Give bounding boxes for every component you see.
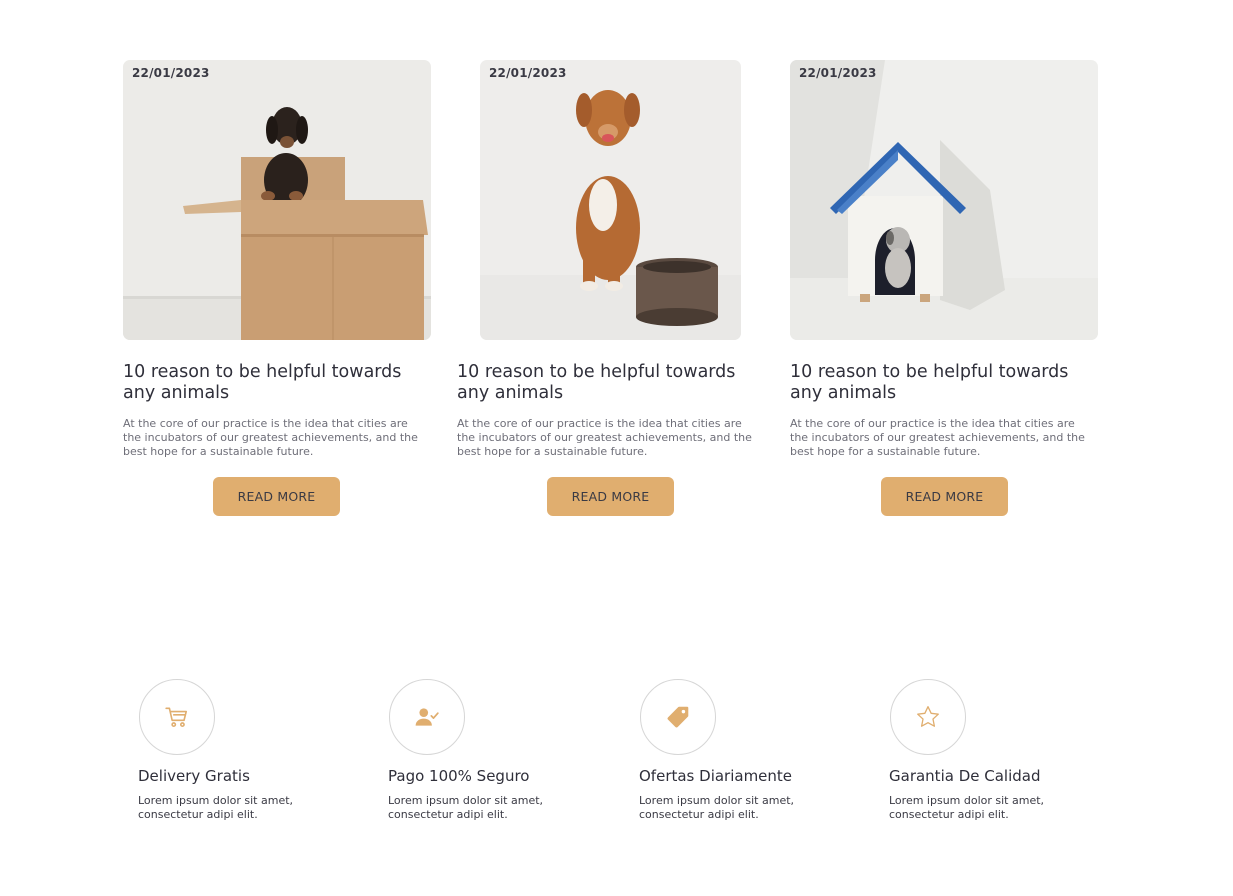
blog-card: 22/01/2023 10 reason to be helpful towar…	[790, 60, 1098, 516]
star-icon	[917, 706, 939, 727]
blog-card: 22/01/2023 10 reason to be helpful towar…	[123, 60, 431, 516]
read-more-button[interactable]: READ MORE	[213, 477, 340, 516]
read-more-button[interactable]: READ MORE	[881, 477, 1008, 516]
post-title[interactable]: 10 reason to be helpful towards any anim…	[457, 362, 765, 404]
feature-title: Garantia De Calidad	[889, 767, 1041, 785]
feature-icon-circle	[389, 679, 465, 755]
feature-icon-circle	[139, 679, 215, 755]
feature-item: Ofertas Diariamente Lorem ipsum dolor si…	[639, 679, 859, 822]
dog-with-bowl-image	[480, 60, 741, 340]
blog-card: 22/01/2023 10 reason to be helpful towar…	[457, 60, 765, 516]
post-date: 22/01/2023	[489, 66, 567, 80]
feature-item: Delivery Gratis Lorem ipsum dolor sit am…	[138, 679, 358, 822]
feature-text: Lorem ipsum dolor sit amet, consectetur …	[388, 794, 544, 821]
read-more-button[interactable]: READ MORE	[547, 477, 674, 516]
feature-title: Pago 100% Seguro	[388, 767, 530, 785]
blog-card-image[interactable]: 22/01/2023	[790, 60, 1098, 340]
post-title[interactable]: 10 reason to be helpful towards any anim…	[790, 362, 1098, 404]
feature-title: Ofertas Diariamente	[639, 767, 793, 785]
feature-text: Lorem ipsum dolor sit amet, consectetur …	[639, 794, 795, 821]
blog-card-image[interactable]: 22/01/2023	[480, 60, 741, 340]
post-date: 22/01/2023	[132, 66, 210, 80]
page: 22/01/2023 10 reason to be helpful towar…	[0, 0, 1233, 896]
post-excerpt: At the core of our practice is the idea …	[457, 417, 752, 458]
feature-icon-circle	[890, 679, 966, 755]
tag-icon	[667, 706, 689, 728]
puppy-in-doghouse-image	[790, 60, 1098, 340]
feature-icon-circle	[640, 679, 716, 755]
post-date: 22/01/2023	[799, 66, 877, 80]
feature-item: Garantia De Calidad Lorem ipsum dolor si…	[889, 679, 1109, 822]
dachshund-in-box-image	[123, 60, 431, 340]
feature-text: Lorem ipsum dolor sit amet, consectetur …	[138, 794, 294, 821]
feature-title: Delivery Gratis	[138, 767, 250, 785]
post-excerpt: At the core of our practice is the idea …	[123, 417, 418, 458]
feature-text: Lorem ipsum dolor sit amet, consectetur …	[889, 794, 1045, 821]
post-excerpt: At the core of our practice is the idea …	[790, 417, 1085, 458]
user-check-icon	[415, 708, 439, 726]
blog-card-image[interactable]: 22/01/2023	[123, 60, 431, 340]
feature-item: Pago 100% Seguro Lorem ipsum dolor sit a…	[388, 679, 608, 822]
cart-icon	[165, 707, 188, 728]
post-title[interactable]: 10 reason to be helpful towards any anim…	[123, 362, 431, 404]
